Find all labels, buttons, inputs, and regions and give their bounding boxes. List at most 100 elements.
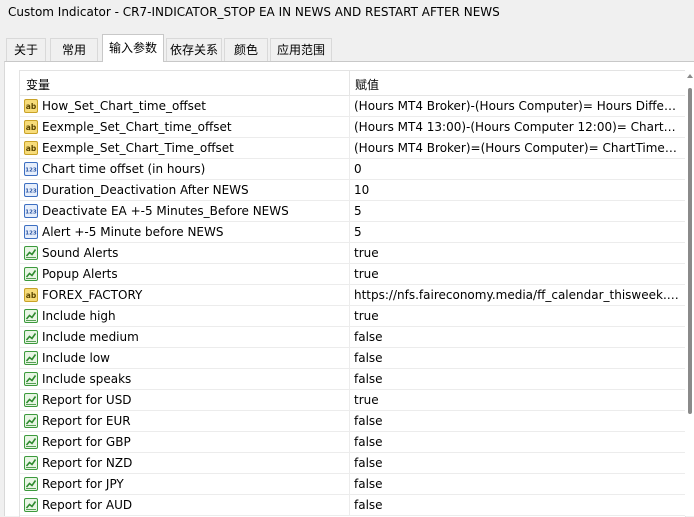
row-value[interactable]: false bbox=[354, 372, 680, 386]
row-value[interactable]: false bbox=[354, 414, 680, 428]
svg-text:ab: ab bbox=[26, 123, 37, 132]
column-header-value[interactable]: 赋值 bbox=[355, 76, 379, 93]
bool-chart-icon bbox=[24, 477, 38, 491]
row-variable-name: Deactivate EA +-5 Minutes_Before NEWS bbox=[42, 204, 289, 218]
table-row[interactable]: Report for JPY false bbox=[20, 474, 685, 495]
row-variable-name: Include speaks bbox=[42, 372, 132, 386]
inputs-panel: 变量 赋值 ab How_Set_Chart_time_offset (Hours … bbox=[4, 61, 694, 517]
table-row[interactable]: ab Eexmple_Set_Chart_time_offset (Hours MT… bbox=[20, 117, 685, 138]
tab-strip: 关于 常用 输入参数 依存关系 颜色 应用范围 bbox=[0, 34, 694, 62]
row-value[interactable]: true bbox=[354, 393, 680, 407]
inputs-grid: 变量 赋值 ab How_Set_Chart_time_offset (Hours … bbox=[19, 70, 686, 517]
table-row[interactable]: Report for NZD false bbox=[20, 453, 685, 474]
column-header-variable[interactable]: 变量 bbox=[26, 76, 50, 93]
row-value[interactable]: (Hours MT4 Broker)=(Hours Computer)= Cha… bbox=[354, 141, 680, 155]
row-value[interactable]: https://nfs.faireconomy.media/ff_calenda… bbox=[354, 288, 680, 302]
window-title: Custom Indicator - CR7-INDICATOR_STOP EA… bbox=[8, 5, 500, 19]
row-value[interactable]: false bbox=[354, 498, 680, 512]
row-variable-name: Report for NZD bbox=[42, 456, 133, 470]
vertical-scrollbar[interactable] bbox=[685, 70, 694, 516]
row-variable-name: Eexmple_Set_Chart_Time_offset bbox=[42, 141, 234, 155]
tab-about[interactable]: 关于 bbox=[6, 38, 46, 61]
table-row[interactable]: Report for AUD false bbox=[20, 495, 685, 516]
row-variable-name: Include high bbox=[42, 309, 116, 323]
row-variable-name: How_Set_Chart_time_offset bbox=[42, 99, 206, 113]
123-integer-icon: 123 bbox=[24, 204, 38, 218]
row-variable-name: Include low bbox=[42, 351, 110, 365]
row-variable-name: Report for AUD bbox=[42, 498, 133, 512]
svg-text:ab: ab bbox=[26, 102, 37, 111]
tab-dependencies[interactable]: 依存关系 bbox=[166, 38, 222, 61]
tab-common[interactable]: 常用 bbox=[50, 38, 98, 61]
123-integer-icon: 123 bbox=[24, 225, 38, 239]
row-value[interactable]: (Hours MT4 13:00)-(Hours Computer 12:00)… bbox=[354, 120, 680, 134]
row-value[interactable]: 5 bbox=[354, 225, 680, 239]
row-variable-name: Duration_Deactivation After NEWS bbox=[42, 183, 249, 197]
row-value[interactable]: true bbox=[354, 267, 680, 281]
row-value[interactable]: false bbox=[354, 435, 680, 449]
row-value[interactable]: 5 bbox=[354, 204, 680, 218]
row-value[interactable]: 0 bbox=[354, 162, 680, 176]
table-row[interactable]: Report for EUR false bbox=[20, 411, 685, 432]
tab-visualization[interactable]: 应用范围 bbox=[270, 38, 332, 61]
title-bar: Custom Indicator - CR7-INDICATOR_STOP EA… bbox=[0, 0, 694, 28]
row-variable-name: Alert +-5 Minute before NEWS bbox=[42, 225, 224, 239]
tab-inputs[interactable]: 输入参数 bbox=[102, 34, 164, 62]
table-row[interactable]: Include high true bbox=[20, 306, 685, 327]
table-row[interactable]: ab Eexmple_Set_Chart_Time_offset (Hours MT… bbox=[20, 138, 685, 159]
bool-chart-icon bbox=[24, 246, 38, 260]
scroll-up-icon[interactable] bbox=[687, 74, 693, 78]
row-value[interactable]: false bbox=[354, 456, 680, 470]
row-value[interactable]: 10 bbox=[354, 183, 680, 197]
bool-chart-icon bbox=[24, 372, 38, 386]
table-row[interactable]: 123 Alert +-5 Minute before NEWS 5 bbox=[20, 222, 685, 243]
svg-text:123: 123 bbox=[25, 210, 37, 216]
row-variable-name: Sound Alerts bbox=[42, 246, 119, 260]
row-value[interactable]: true bbox=[354, 246, 680, 260]
grid-rows: ab How_Set_Chart_time_offset (Hours MT4 Br… bbox=[20, 96, 685, 516]
svg-text:ab: ab bbox=[26, 291, 37, 300]
bool-chart-icon bbox=[24, 435, 38, 449]
row-variable-name: Chart time offset (in hours) bbox=[42, 162, 206, 176]
table-row[interactable]: Sound Alerts true bbox=[20, 243, 685, 264]
bool-chart-icon bbox=[24, 351, 38, 365]
table-row[interactable]: 123 Deactivate EA +-5 Minutes_Before NEWS… bbox=[20, 201, 685, 222]
row-variable-name: Include medium bbox=[42, 330, 139, 344]
row-value[interactable]: false bbox=[354, 351, 680, 365]
row-value[interactable]: false bbox=[354, 477, 680, 491]
ab-string-icon: ab bbox=[24, 141, 38, 155]
table-row[interactable]: Include low false bbox=[20, 348, 685, 369]
table-row[interactable]: ab FOREX_FACTORY https://nfs.faireconomy.m… bbox=[20, 285, 685, 306]
table-row[interactable]: ab How_Set_Chart_time_offset (Hours MT4 Br… bbox=[20, 96, 685, 117]
tab-colors[interactable]: 颜色 bbox=[224, 38, 268, 61]
123-integer-icon: 123 bbox=[24, 183, 38, 197]
123-integer-icon: 123 bbox=[24, 162, 38, 176]
ab-string-icon: ab bbox=[24, 288, 38, 302]
row-variable-name: Report for JPY bbox=[42, 477, 124, 491]
ab-string-icon: ab bbox=[24, 120, 38, 134]
scrollbar-thumb[interactable] bbox=[688, 88, 692, 414]
table-row[interactable]: Report for USD true bbox=[20, 390, 685, 411]
bool-chart-icon bbox=[24, 498, 38, 512]
row-value[interactable]: false bbox=[354, 330, 680, 344]
grid-header: 变量 赋值 bbox=[20, 71, 685, 96]
row-variable-name: Report for GBP bbox=[42, 435, 131, 449]
table-row[interactable]: 123 Duration_Deactivation After NEWS 10 bbox=[20, 180, 685, 201]
bool-chart-icon bbox=[24, 456, 38, 470]
svg-text:123: 123 bbox=[25, 168, 37, 174]
row-value[interactable]: (Hours MT4 Broker)-(Hours Computer)= Hou… bbox=[354, 99, 680, 113]
svg-text:123: 123 bbox=[25, 189, 37, 195]
row-variable-name: Popup Alerts bbox=[42, 267, 118, 281]
table-row[interactable]: Include speaks false bbox=[20, 369, 685, 390]
bool-chart-icon bbox=[24, 414, 38, 428]
row-variable-name: FOREX_FACTORY bbox=[42, 288, 143, 302]
svg-text:123: 123 bbox=[25, 231, 37, 237]
bool-chart-icon bbox=[24, 330, 38, 344]
table-row[interactable]: Report for GBP false bbox=[20, 432, 685, 453]
row-variable-name: Eexmple_Set_Chart_time_offset bbox=[42, 120, 232, 134]
svg-text:ab: ab bbox=[26, 144, 37, 153]
table-row[interactable]: Include medium false bbox=[20, 327, 685, 348]
table-row[interactable]: Popup Alerts true bbox=[20, 264, 685, 285]
table-row[interactable]: 123 Chart time offset (in hours) 0 bbox=[20, 159, 685, 180]
row-value[interactable]: true bbox=[354, 309, 680, 323]
